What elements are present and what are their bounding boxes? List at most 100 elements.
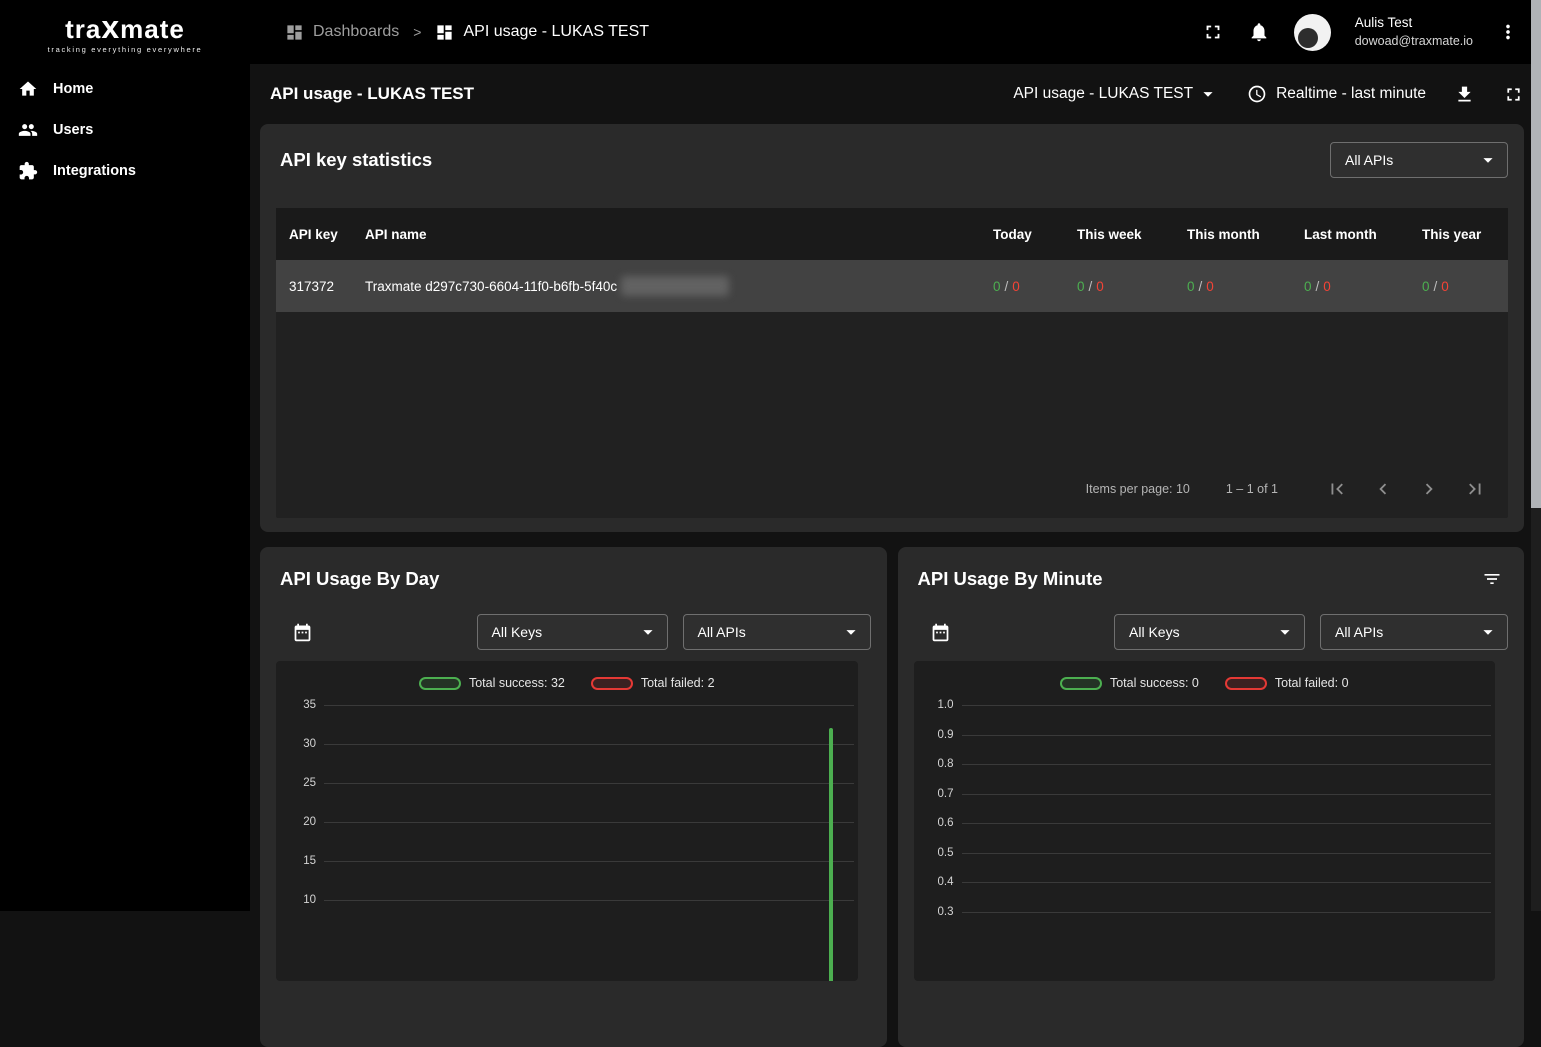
avatar[interactable] [1294, 14, 1331, 51]
notifications-button[interactable] [1248, 21, 1270, 43]
y-tick-label: 0.8 [938, 756, 954, 772]
sidebar-item-label: Home [53, 81, 93, 97]
table-row[interactable]: 317372 Traxmate d297c730-6604-11f0-b6fb-… [276, 260, 1508, 312]
first-page-button[interactable] [1326, 478, 1348, 500]
chart-y-axis: 353025201510 [276, 698, 324, 978]
sidebar-item-integrations[interactable]: Integrations [0, 150, 250, 191]
chevron-down-icon [840, 621, 862, 643]
fullscreen-button[interactable] [1202, 21, 1224, 43]
cell-api-name: Traxmate d297c730-6604-11f0-b6fb-5f40c [353, 276, 993, 296]
legend-label: Total failed: 0 [1275, 676, 1349, 690]
chevron-right-icon [1418, 478, 1440, 500]
dashboard-selector[interactable]: API usage - LUKAS TEST [1013, 83, 1219, 105]
day-apis-filter-select[interactable]: All APIs [683, 614, 871, 650]
minute-apis-filter-select[interactable]: All APIs [1320, 614, 1508, 650]
legend-swatch [1060, 677, 1102, 690]
day-card-header: API Usage By Day [276, 547, 871, 590]
legend-item: Total success: 0 [1060, 676, 1199, 690]
y-tick-label: 0.3 [938, 904, 954, 920]
gridline [962, 735, 1492, 736]
chevron-down-icon [1477, 621, 1499, 643]
sidebar-item-users[interactable]: Users [0, 109, 250, 150]
gridline [324, 783, 854, 784]
user-name: Aulis Test [1355, 14, 1473, 33]
chevron-down-icon [1274, 621, 1296, 643]
charts-row: API Usage By Day All Keys All APIs Total… [260, 547, 1524, 1047]
y-tick-label: 0.4 [938, 874, 954, 890]
gridline [962, 764, 1492, 765]
y-tick-label: 0.9 [938, 727, 954, 743]
cell-this-month: 0/0 [1187, 279, 1304, 294]
y-tick-label: 0.5 [938, 845, 954, 861]
kebab-icon [1497, 21, 1519, 43]
scrollbar-thumb[interactable] [1531, 0, 1541, 508]
gridline [324, 744, 854, 745]
dashboard-grid-icon [285, 23, 304, 42]
last-page-button[interactable] [1464, 478, 1486, 500]
y-tick-label: 25 [303, 775, 316, 791]
day-apis-filter-value: All APIs [698, 624, 746, 640]
minute-date-range-button[interactable] [930, 622, 951, 643]
sidebar-item-label: Users [53, 122, 93, 138]
realtime-selector[interactable]: Realtime - last minute [1247, 84, 1426, 104]
cell-api-key: 317372 [276, 279, 353, 294]
user-menu[interactable]: Aulis Test dowoad@traxmate.io [1355, 14, 1473, 50]
chart-plot-row: 353025201510 [276, 698, 858, 978]
col-header-api-key: API key [276, 227, 353, 242]
expand-icon [1503, 84, 1524, 105]
chart-plot-row: 1.00.90.80.70.60.50.40.3 [914, 698, 1496, 978]
calendar-icon [292, 622, 313, 643]
previous-page-button[interactable] [1372, 478, 1394, 500]
page-header-actions: API usage - LUKAS TEST Realtime - last m… [1013, 83, 1524, 105]
stats-card-header: API key statistics All APIs [260, 124, 1524, 208]
y-tick-label: 0.6 [938, 815, 954, 831]
gridline [962, 853, 1492, 854]
expand-dashboard-button[interactable] [1503, 84, 1524, 105]
day-date-range-button[interactable] [292, 622, 313, 643]
sidebar: Home Users Integrations [0, 64, 250, 911]
topbar: traxmate tracking everything everywhere … [0, 0, 1541, 64]
minute-card-header: API Usage By Minute [914, 547, 1509, 590]
filter-icon [1482, 569, 1502, 589]
items-per-page[interactable]: Items per page: 10 [1086, 482, 1190, 496]
download-button[interactable] [1454, 84, 1475, 105]
minute-keys-filter-value: All Keys [1129, 624, 1180, 640]
redacted-text [621, 276, 729, 296]
dashboard-grid-icon [435, 23, 454, 42]
table-header-row: API key API name Today This week This mo… [276, 208, 1508, 260]
minute-keys-filter-select[interactable]: All Keys [1114, 614, 1305, 650]
minute-card-title: API Usage By Minute [918, 568, 1103, 590]
minute-apis-filter-value: All APIs [1335, 624, 1383, 640]
stats-api-filter-select[interactable]: All APIs [1330, 142, 1508, 178]
chevron-down-icon [637, 621, 659, 643]
clock-icon [1247, 84, 1267, 104]
calendar-icon [930, 622, 951, 643]
legend-item: Total failed: 0 [1225, 676, 1349, 690]
legend-item: Total success: 32 [419, 676, 565, 690]
logo[interactable]: traxmate tracking everything everywhere [0, 11, 250, 54]
y-tick-label: 10 [303, 892, 316, 908]
integrations-icon [18, 161, 38, 181]
breadcrumb-dashboards[interactable]: Dashboards [285, 23, 399, 42]
scrollbar-track[interactable] [1531, 0, 1541, 911]
legend-swatch [591, 677, 633, 690]
chart-plot-area [324, 698, 854, 978]
legend-label: Total success: 0 [1110, 676, 1199, 690]
sidebar-item-home[interactable]: Home [0, 68, 250, 109]
col-header-this-week: This week [1077, 227, 1187, 242]
minute-filter-button[interactable] [1482, 569, 1502, 589]
day-keys-filter-select[interactable]: All Keys [477, 614, 668, 650]
overflow-menu-button[interactable] [1497, 21, 1519, 43]
gridline [962, 823, 1492, 824]
next-page-button[interactable] [1418, 478, 1440, 500]
user-email: dowoad@traxmate.io [1355, 33, 1473, 51]
users-icon [18, 120, 38, 140]
day-card-filters: All Keys All APIs [276, 614, 871, 650]
topbar-actions: Aulis Test dowoad@traxmate.io [1202, 14, 1519, 51]
breadcrumb-current[interactable]: API usage - LUKAS TEST [435, 23, 649, 42]
stats-api-filter-value: All APIs [1345, 152, 1393, 168]
gridline [962, 912, 1492, 913]
legend-label: Total success: 32 [469, 676, 565, 690]
sidebar-item-label: Integrations [53, 163, 136, 179]
main-content: API usage - LUKAS TEST API usage - LUKAS… [250, 64, 1541, 911]
